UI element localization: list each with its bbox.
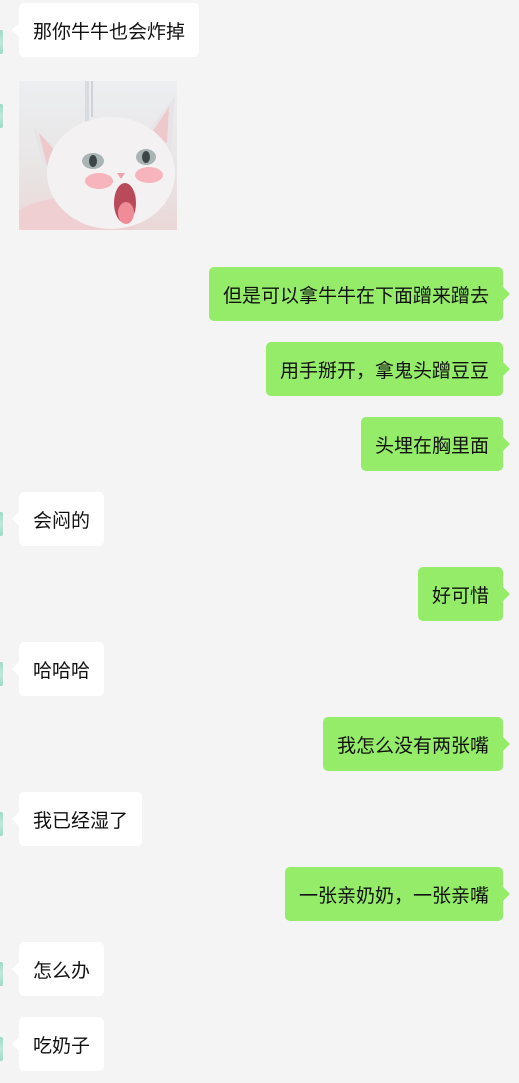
message-text: 会闷的 (33, 509, 91, 532)
chat-bubble-outgoing[interactable]: 用手掰开，拿鬼头蹭豆豆 (265, 342, 511, 396)
avatar[interactable] (0, 104, 3, 128)
chat-bubble-outgoing[interactable]: 好可惜 (417, 567, 511, 621)
chat-bubble-incoming[interactable]: 会闷的 (11, 492, 105, 546)
message-text: 那你牛牛也会炸掉 (33, 20, 186, 43)
chat-bubble-incoming[interactable]: 怎么办 (11, 942, 105, 996)
message-text: 怎么办 (33, 959, 91, 982)
chat-bubble-outgoing[interactable]: 但是可以拿牛牛在下面蹭来蹭去 (208, 267, 511, 321)
message-text: 吃奶子 (33, 1034, 91, 1057)
message-text: 我已经湿了 (33, 809, 129, 832)
chat-bubble-outgoing[interactable]: 头埋在胸里面 (360, 417, 511, 471)
avatar[interactable] (0, 662, 3, 686)
chat-bubble-incoming[interactable]: 那你牛牛也会炸掉 (11, 3, 200, 57)
chat-bubble-incoming[interactable]: 哈哈哈 (11, 642, 105, 696)
chat-bubble-outgoing[interactable]: 我怎么没有两张嘴 (322, 717, 511, 771)
message-text: 我怎么没有两张嘴 (336, 734, 489, 757)
avatar[interactable] (0, 962, 3, 986)
avatar[interactable] (0, 30, 3, 54)
chat-bubble-incoming[interactable]: 吃奶子 (11, 1017, 105, 1071)
message-text: 一张亲奶奶，一张亲嘴 (298, 884, 489, 907)
message-text: 用手掰开，拿鬼头蹭豆豆 (279, 359, 489, 382)
cat-sticker-image (19, 81, 175, 230)
message-text: 头埋在胸里面 (374, 434, 489, 457)
chat-bubble-outgoing[interactable]: 一张亲奶奶，一张亲嘴 (284, 867, 511, 921)
cat-sticker-icon[interactable] (19, 81, 177, 230)
chat-bubble-incoming[interactable]: 我已经湿了 (11, 792, 143, 846)
message-text: 好可惜 (431, 584, 489, 607)
message-text: 但是可以拿牛牛在下面蹭来蹭去 (222, 284, 489, 307)
avatar[interactable] (0, 1037, 3, 1061)
message-text: 哈哈哈 (33, 659, 91, 682)
avatar[interactable] (0, 812, 3, 836)
avatar[interactable] (0, 512, 3, 536)
